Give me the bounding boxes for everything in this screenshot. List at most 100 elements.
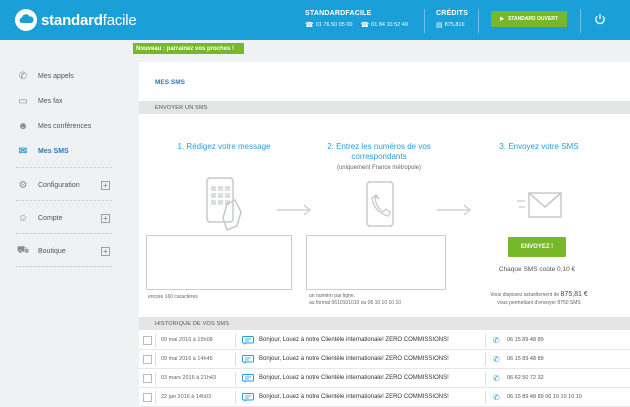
sms-message: Bonjour, Louez à notre Clientèle interna…	[259, 337, 449, 343]
expand-boutique-icon[interactable]: +	[101, 247, 110, 256]
sms-recipients: 06 15 89 48 89	[507, 356, 544, 362]
column-divider	[235, 352, 236, 366]
standard-status-button[interactable]: ▶ STANDARD OUVERT	[491, 11, 567, 27]
standard-phone-2: 01 84 10 52 49	[371, 22, 408, 28]
sidebar-item-sms[interactable]: ✉ Mes SMS	[16, 145, 69, 157]
numbers-textarea[interactable]	[306, 235, 446, 290]
logo[interactable]: standardfacile	[14, 8, 137, 32]
credits-block: CRÉDITS ▤ 875,81€	[436, 10, 468, 29]
sms-icon: ✉	[18, 145, 28, 157]
power-icon[interactable]	[594, 13, 606, 25]
phone-icon: ☎	[360, 22, 370, 29]
standard-block: STANDARDFACILE ☎ 01 76 50 05 00 ☎ 01 84 …	[305, 10, 408, 29]
row-checkbox[interactable]	[143, 354, 152, 364]
phone-icon: ✆	[493, 373, 500, 383]
phone-icon: ☎	[305, 22, 314, 29]
send-section-header: ENVOYER UN SMS	[139, 101, 630, 114]
sidebar: ✆ Mes appels ▭ Mes fax ☻ Mes conférences…	[0, 40, 130, 407]
conference-icon: ☻	[17, 120, 29, 132]
send-sms-button[interactable]: ENVOYEZ !	[508, 237, 566, 257]
logo-cloud-icon	[15, 9, 37, 31]
logo-text: standardfacile	[41, 11, 137, 29]
sidebar-divider	[16, 233, 112, 234]
message-textarea[interactable]	[146, 235, 292, 290]
sms-recipients: 06 15 89 48 89 06 10 10 10 10	[507, 394, 582, 400]
chat-bubble-icon	[242, 335, 254, 345]
play-icon: ▶	[500, 16, 504, 22]
step3-title: 3. Envoyez votre SMS	[499, 142, 579, 151]
message-input[interactable]	[147, 236, 291, 289]
expand-compte-icon[interactable]: +	[101, 214, 110, 223]
row-checkbox[interactable]	[143, 335, 152, 345]
sidebar-item-compte[interactable]: ☺ Compte	[16, 212, 63, 224]
phone-icon: ✆	[18, 70, 28, 82]
sms-recipients: 06 62 50 72 32	[507, 375, 544, 381]
row-checkbox[interactable]	[143, 373, 152, 383]
sidebar-item-boutique[interactable]: ⛟ Boutique	[16, 245, 66, 257]
step1-title: 1. Rédigez votre message	[177, 142, 271, 151]
step2-subtitle: (uniquement France métropole)	[336, 165, 422, 171]
column-divider	[485, 371, 486, 385]
sidebar-item-conferences[interactable]: ☻ Mes conférences	[16, 120, 92, 132]
sidebar-divider	[16, 266, 112, 267]
header-divider	[424, 9, 425, 33]
header-divider	[478, 9, 479, 33]
column-divider	[235, 390, 236, 404]
chat-bubble-icon	[242, 373, 254, 383]
main-content: MES SMS ENVOYER UN SMS 1. Rédigez votre …	[139, 62, 630, 407]
chat-bubble-icon	[242, 354, 254, 364]
breadcrumb[interactable]: MES SMS	[155, 79, 185, 86]
sms-message: Bonjour, Louez à notre Clientèle interna…	[259, 394, 449, 400]
wallet-icon: ▤	[436, 22, 443, 29]
history-row[interactable]: 22 jan 2016 à 14h03 Bonjour, Louez à notr…	[139, 388, 630, 407]
numbers-input[interactable]	[307, 236, 445, 289]
sms-cost: Chaque SMS coûte 0,10 €	[498, 266, 576, 273]
column-divider	[485, 333, 486, 347]
phone-icon: ✆	[493, 335, 500, 345]
column-divider	[155, 371, 156, 385]
standard-phone-1: 01 76 50 05 00	[315, 22, 353, 28]
configuration-icon: ⚙	[18, 179, 28, 191]
column-divider	[235, 371, 236, 385]
numbers-format-hint: un numéro par ligne, au format 061010101…	[309, 293, 402, 306]
message-char-count: encore 160 caractères	[148, 294, 198, 300]
top-header: standardfacile STANDARDFACILE ☎ 01 76 50…	[0, 0, 630, 40]
column-divider	[485, 352, 486, 366]
sidebar-item-appels[interactable]: ✆ Mes appels	[16, 70, 74, 82]
sms-message: Bonjour, Louez à notre Clientèle interna…	[259, 375, 449, 381]
phone-icon: ✆	[493, 354, 500, 364]
sidebar-divider	[16, 200, 112, 201]
phone-icon: ✆	[493, 392, 500, 402]
header-divider	[580, 9, 581, 33]
sms-date: 09 mai 2016 à 14h45	[161, 356, 213, 362]
column-divider	[235, 333, 236, 347]
phone-book-icon	[366, 181, 394, 227]
sidebar-divider	[16, 167, 112, 168]
history-row[interactable]: 03 mars 2016 à 21h43 Bonjour, Louez à not…	[139, 369, 630, 388]
standard-title: STANDARDFACILE	[305, 10, 372, 17]
credits-title: CRÉDITS	[436, 10, 469, 17]
arrow-right-icon	[277, 204, 311, 216]
history-section-header: HISTORIQUE DE VOS SMS	[139, 317, 630, 330]
sidebar-item-fax[interactable]: ▭ Mes fax	[16, 95, 62, 107]
news-banner[interactable]: Nouveau : parrainez vos proches !	[133, 43, 244, 54]
history-row[interactable]: 09 mai 2016 à 14h45 Bonjour, Louez à notr…	[139, 350, 630, 369]
envelope-send-icon	[517, 192, 562, 218]
credits-value: 875,81€	[444, 22, 465, 28]
column-divider	[485, 390, 486, 404]
step2-title: 2. Entrez les numéros de vos corresponda…	[327, 142, 431, 161]
arrow-right-icon	[437, 204, 471, 216]
history-row[interactable]: 09 mai 2016 à 15h08 Bonjour, Louez à notr…	[139, 331, 630, 350]
sidebar-item-configuration[interactable]: ⚙ Configuration	[16, 179, 80, 191]
credit-availability: Vous disposez actuellement de 875,81 € v…	[490, 291, 588, 306]
column-divider	[155, 390, 156, 404]
row-checkbox[interactable]	[143, 392, 152, 402]
smartphone-typing-icon	[206, 177, 242, 231]
sms-message: Bonjour, Louez à notre Clientèle interna…	[259, 356, 449, 362]
expand-configuration-icon[interactable]: +	[101, 181, 110, 190]
chat-bubble-icon	[242, 392, 254, 402]
sms-date: 03 mars 2016 à 21h43	[161, 375, 217, 381]
sms-recipients: 06 15 89 48 89	[507, 337, 544, 343]
cart-icon: ⛟	[16, 244, 30, 256]
column-divider	[155, 352, 156, 366]
